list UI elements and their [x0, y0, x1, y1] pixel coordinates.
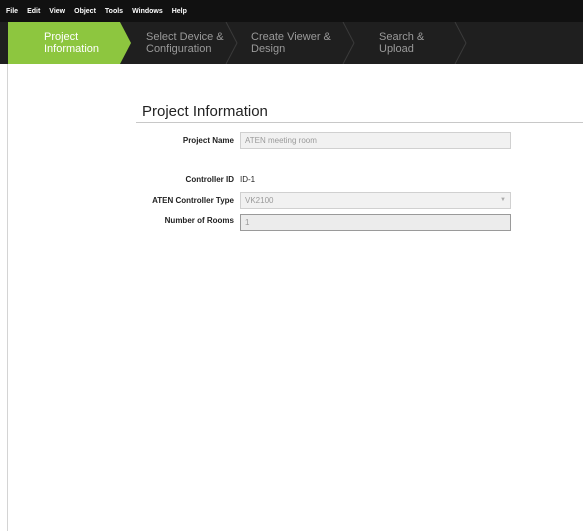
menu-help[interactable]: Help [172, 8, 187, 15]
rooms-label: Number of Rooms [164, 216, 234, 225]
controller-type-select[interactable]: VK2100 ▼ [240, 192, 511, 209]
menu-bar: File Edit View Object Tools Windows Help [0, 0, 583, 22]
step-label-line1: Select Device & [146, 31, 224, 43]
menu-windows[interactable]: Windows [132, 8, 163, 15]
step-label-line1: Project [44, 31, 79, 43]
wizard-step-bar: Project Information Select Device & Conf… [0, 22, 583, 64]
step-label-line1: Create Viewer & [251, 31, 331, 43]
step-divider [454, 22, 467, 64]
menu-view[interactable]: View [49, 8, 65, 15]
step-label-line1: Search & [379, 31, 425, 43]
menu-edit[interactable]: Edit [27, 8, 40, 15]
step-label-line2: Information [44, 43, 100, 55]
chevron-down-icon: ▼ [500, 197, 506, 203]
step-divider [225, 22, 238, 64]
page-title: Project Information [142, 103, 268, 120]
panel-border [7, 64, 8, 531]
controller-id-label: Controller ID [185, 175, 234, 184]
rooms-input[interactable]: 1 [240, 214, 511, 231]
step-project-information[interactable]: Project Information [44, 22, 99, 64]
step-create-viewer[interactable]: Create Viewer & Design [251, 22, 331, 64]
step-label-line2: Design [251, 43, 286, 55]
controller-id-value: ID-1 [240, 175, 256, 184]
menu-object[interactable]: Object [74, 8, 96, 15]
controller-type-value: VK2100 [245, 196, 274, 205]
menu-tools[interactable]: Tools [105, 8, 123, 15]
project-name-input[interactable]: ATEN meeting room [240, 132, 511, 149]
step-search-upload[interactable]: Search & Upload [379, 22, 424, 64]
step-divider [342, 22, 355, 64]
title-divider [136, 122, 583, 123]
step-label-line2: Configuration [146, 43, 212, 55]
menu-file[interactable]: File [6, 8, 18, 15]
controller-type-label: ATEN Controller Type [152, 196, 234, 205]
project-name-value: ATEN meeting room [245, 136, 317, 145]
rooms-value: 1 [245, 218, 250, 227]
project-name-label: Project Name [182, 136, 234, 145]
step-select-device[interactable]: Select Device & Configuration [146, 22, 224, 64]
step-label-line2: Upload [379, 43, 414, 55]
